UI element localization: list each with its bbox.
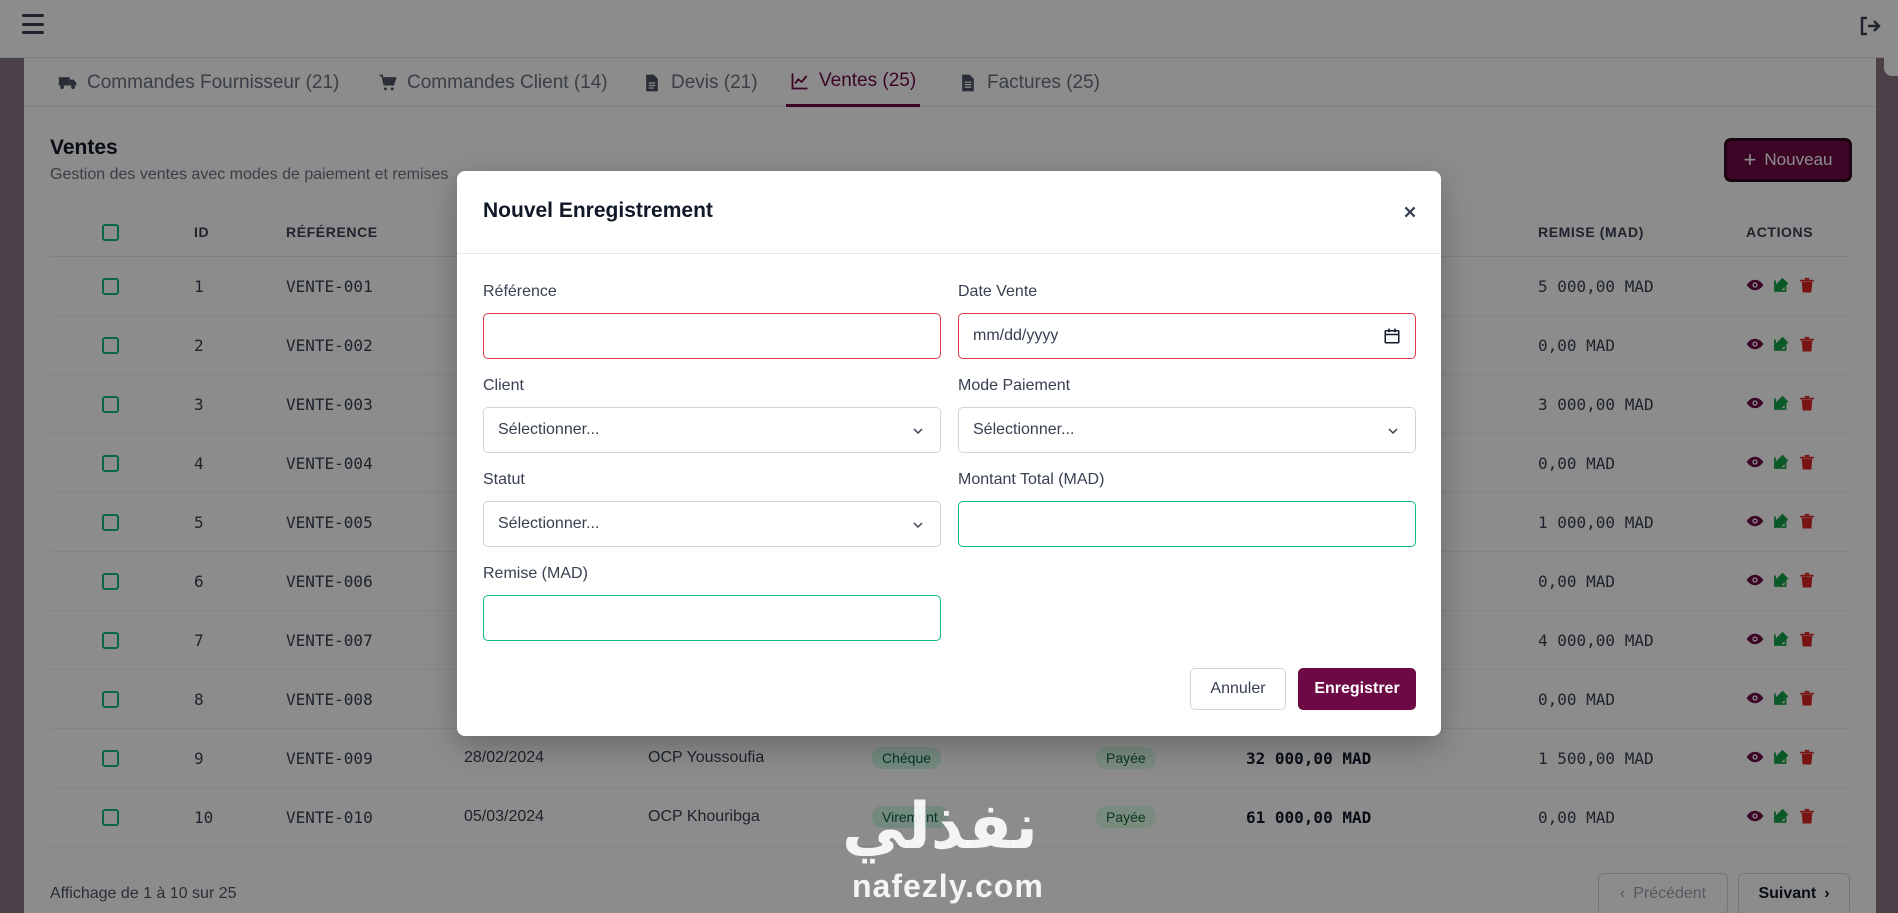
watermark-arabic: نفذلي [842,790,1038,864]
date-vente-label: Date Vente [958,283,1038,300]
cancel-button[interactable]: Annuler [1190,668,1286,710]
modal-title: Nouvel Enregistrement [483,199,713,222]
save-button[interactable]: Enregistrer [1298,668,1416,710]
date-placeholder: mm/dd/yyyy [973,327,1059,344]
reference-label: Référence [483,283,557,300]
remise-input[interactable] [483,595,941,641]
statut-label: Statut [483,471,525,488]
modal-header: Nouvel Enregistrement [457,171,1441,254]
mode-paiement-label: Mode Paiement [958,377,1071,394]
mode-paiement-value: Sélectionner... [973,421,1075,438]
mode-paiement-select[interactable]: Sélectionner... [958,407,1416,453]
date-vente-input[interactable]: mm/dd/yyyy [958,313,1416,359]
watermark-latin: nafezly.com [852,868,1044,904]
chevron-down-icon [1388,428,1398,435]
close-icon[interactable] [1399,201,1421,223]
calendar-icon[interactable] [1383,327,1401,345]
chevron-down-icon [913,428,923,435]
client-label: Client [483,377,524,394]
statut-value: Sélectionner... [498,515,600,532]
new-record-modal: Nouvel Enregistrement Référence Date Ven… [457,171,1441,736]
statut-select[interactable]: Sélectionner... [483,501,941,547]
chevron-down-icon [913,522,923,529]
montant-total-input[interactable] [958,501,1416,547]
montant-total-label: Montant Total (MAD) [958,471,1105,488]
client-select[interactable]: Sélectionner... [483,407,941,453]
client-value: Sélectionner... [498,421,600,438]
remise-label: Remise (MAD) [483,565,588,582]
watermark: نفذلي nafezly.com [830,790,1070,910]
reference-input[interactable] [483,313,941,359]
